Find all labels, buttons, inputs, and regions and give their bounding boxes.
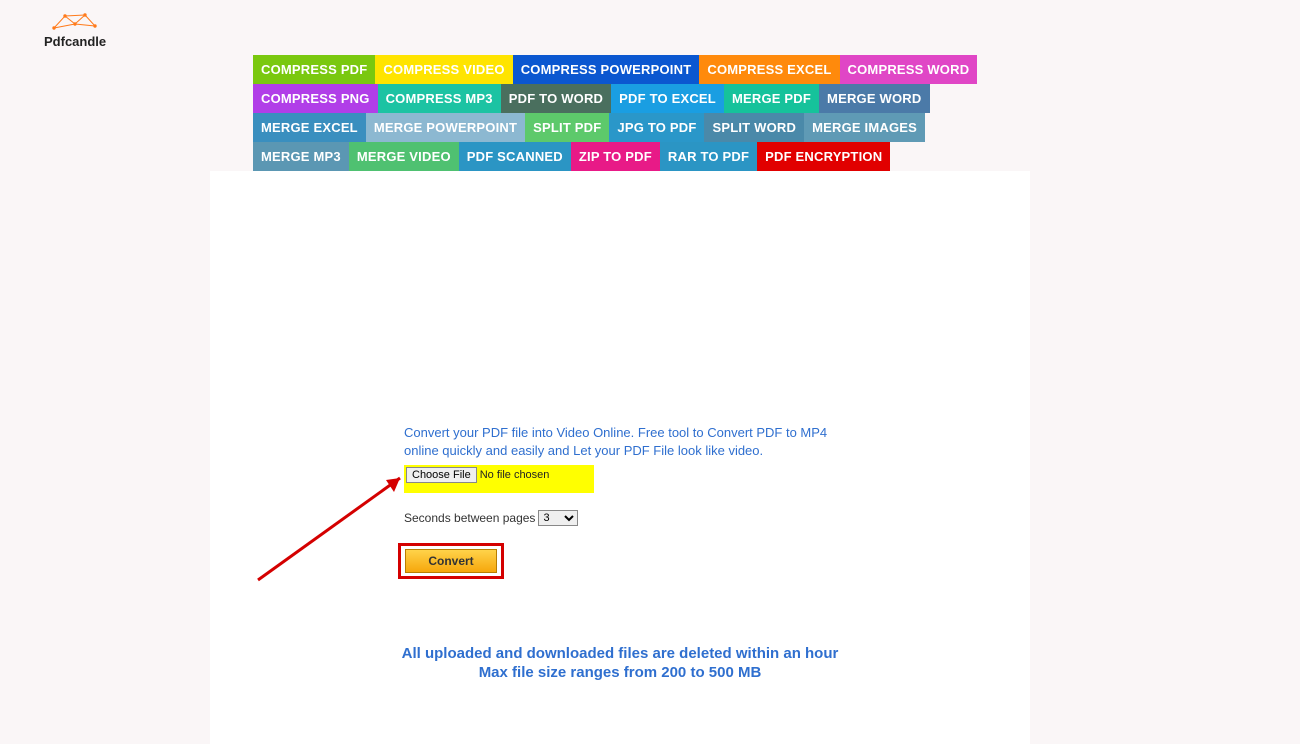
file-status-text: No file chosen	[480, 467, 550, 481]
convert-button[interactable]: Convert	[405, 549, 497, 573]
nav-item-rar-to-pdf[interactable]: RAR TO PDF	[660, 142, 757, 171]
nav-item-merge-pdf[interactable]: MERGE PDF	[724, 84, 819, 113]
nav-item-pdf-to-excel[interactable]: PDF TO EXCEL	[611, 84, 724, 113]
nav-item-compress-excel[interactable]: COMPRESS EXCEL	[699, 55, 839, 84]
nav-item-merge-powerpoint[interactable]: MERGE POWERPOINT	[366, 113, 525, 142]
seconds-row: Seconds between pages 3	[404, 510, 578, 526]
file-input-row: Choose File No file chosen	[404, 465, 594, 493]
nav-bar: COMPRESS PDFCOMPRESS VIDEOCOMPRESS POWER…	[253, 55, 983, 171]
seconds-label: Seconds between pages	[404, 511, 535, 525]
logo[interactable]: Pdfcandle	[44, 12, 106, 49]
nav-item-compress-word[interactable]: COMPRESS WORD	[840, 55, 978, 84]
description-text: Convert your PDF file into Video Online.…	[404, 424, 852, 459]
nav-item-jpg-to-pdf[interactable]: JPG TO PDF	[609, 113, 704, 142]
seconds-select[interactable]: 3	[538, 510, 578, 526]
nav-item-merge-excel[interactable]: MERGE EXCEL	[253, 113, 366, 142]
nav-item-merge-video[interactable]: MERGE VIDEO	[349, 142, 459, 171]
nav-item-merge-word[interactable]: MERGE WORD	[819, 84, 929, 113]
nav-item-pdf-encryption[interactable]: PDF ENCRYPTION	[757, 142, 890, 171]
choose-file-button[interactable]: Choose File	[406, 467, 477, 483]
nav-item-compress-png[interactable]: COMPRESS PNG	[253, 84, 378, 113]
nav-item-compress-pdf[interactable]: COMPRESS PDF	[253, 55, 375, 84]
convert-highlight: Convert	[398, 543, 504, 579]
nav-item-pdf-to-word[interactable]: PDF TO WORD	[501, 84, 611, 113]
nav-item-merge-mp3[interactable]: MERGE MP3	[253, 142, 349, 171]
nav-item-compress-mp3[interactable]: COMPRESS MP3	[378, 84, 501, 113]
nav-item-merge-images[interactable]: MERGE IMAGES	[804, 113, 925, 142]
nav-item-compress-powerpoint[interactable]: COMPRESS POWERPOINT	[513, 55, 700, 84]
nav-item-split-word[interactable]: SPLIT WORD	[704, 113, 804, 142]
nav-item-pdf-scanned[interactable]: PDF SCANNED	[459, 142, 571, 171]
notice-line-1: All uploaded and downloaded files are de…	[210, 645, 1030, 662]
nav-item-zip-to-pdf[interactable]: ZIP TO PDF	[571, 142, 660, 171]
logo-icon	[51, 12, 99, 32]
logo-text: Pdfcandle	[44, 34, 106, 49]
notice-line-2: Max file size ranges from 200 to 500 MB	[210, 664, 1030, 681]
nav-item-compress-video[interactable]: COMPRESS VIDEO	[375, 55, 512, 84]
nav-item-split-pdf[interactable]: SPLIT PDF	[525, 113, 609, 142]
